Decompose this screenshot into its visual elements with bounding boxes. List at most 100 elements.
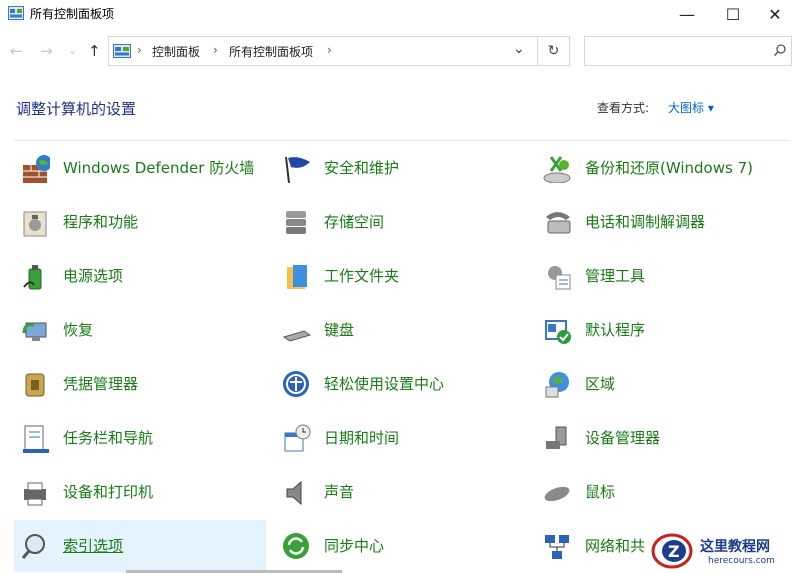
work-folders-icon <box>279 259 313 293</box>
control-panel-item-label: Windows Defender 防火墙 <box>63 158 255 177</box>
control-panel-item[interactable]: 电话和调制解调器 <box>536 196 788 248</box>
control-panel-item-label: 设备和打印机 <box>63 482 154 501</box>
refresh-button[interactable]: ↻ <box>538 36 570 66</box>
ease-of-access-icon <box>279 367 313 401</box>
control-panel-item-label: 电源选项 <box>63 266 124 285</box>
mouse-icon <box>540 475 574 509</box>
default-programs-icon <box>540 313 574 347</box>
control-panel-item-label: 程序和功能 <box>63 212 139 231</box>
control-panel-item-label: 设备管理器 <box>585 428 661 447</box>
close-button[interactable]: ✕ <box>758 0 792 28</box>
control-panel-item[interactable]: 默认程序 <box>536 304 788 356</box>
control-panel-item-label: 安全和维护 <box>324 158 400 177</box>
backup-icon <box>540 151 574 185</box>
control-panel-item-label: 管理工具 <box>585 266 646 285</box>
credential-icon <box>18 367 52 401</box>
control-panel-item[interactable]: 索引选项 <box>14 520 266 572</box>
control-panel-item-label: 区域 <box>585 374 616 393</box>
control-panel-item[interactable]: 电源选项 <box>14 250 266 302</box>
programs-icon <box>18 205 52 239</box>
control-panel-item-label: 索引选项 <box>63 536 124 555</box>
breadcrumb-control-panel[interactable]: 控制面板 <box>152 43 200 60</box>
admin-tools-icon <box>540 259 574 293</box>
view-by-dropdown[interactable]: 大图标 ▾ <box>668 99 714 116</box>
watermark-url: herecours.com <box>708 556 775 566</box>
recovery-icon <box>18 313 52 347</box>
title-bar: 所有控制面板项 — ☐ ✕ <box>0 0 792 28</box>
control-panel-item[interactable]: 安全和维护 <box>275 142 527 194</box>
control-panel-item-label: 声音 <box>324 482 355 501</box>
control-panel-item-label: 任务栏和导航 <box>63 428 154 447</box>
maximize-button[interactable]: ☐ <box>710 0 756 28</box>
view-by-label: 查看方式: <box>597 101 650 115</box>
control-panel-item-label: 同步中心 <box>324 536 385 555</box>
control-panel-item-label: 默认程序 <box>585 320 646 339</box>
control-panel-item-label: 恢复 <box>63 320 94 339</box>
control-panel-item[interactable]: 设备和打印机 <box>14 466 266 518</box>
storage-icon <box>279 205 313 239</box>
control-panel-item[interactable]: 区域 <box>536 358 788 410</box>
control-panel-item[interactable]: Windows Defender 防火墙 <box>14 142 266 194</box>
sound-icon <box>279 475 313 509</box>
control-panel-item[interactable]: 键盘 <box>275 304 527 356</box>
control-panel-item-label: 鼠标 <box>585 482 616 501</box>
control-panel-item[interactable]: 设备管理器 <box>536 412 788 464</box>
control-panel-app-icon <box>8 6 24 20</box>
control-panel-item-label: 备份和还原(Windows 7) <box>585 158 753 177</box>
control-panel-item[interactable]: 同步中心 <box>275 520 527 572</box>
breadcrumb-separator: › <box>327 43 332 57</box>
control-panel-item[interactable]: 管理工具 <box>536 250 788 302</box>
control-panel-item[interactable]: 工作文件夹 <box>275 250 527 302</box>
window-title: 所有控制面板项 <box>30 7 115 21</box>
region-icon <box>540 367 574 401</box>
taskbar-icon <box>18 421 52 455</box>
phone-modem-icon <box>540 205 574 239</box>
control-panel-item[interactable]: 凭据管理器 <box>14 358 266 410</box>
minimize-button[interactable]: — <box>664 0 710 28</box>
horizontal-scrollbar[interactable] <box>126 570 342 573</box>
watermark-title: 这里教程网 <box>700 539 770 555</box>
up-button[interactable]: ↑ <box>88 42 101 60</box>
control-panel-item[interactable]: 日期和时间 <box>275 412 527 464</box>
forward-button[interactable]: → <box>40 42 53 60</box>
control-panel-icon <box>113 44 131 58</box>
firewall-icon <box>18 151 52 185</box>
control-panel-item[interactable]: 轻松使用设置中心 <box>275 358 527 410</box>
keyboard-icon <box>279 313 313 347</box>
search-input[interactable] <box>584 36 792 66</box>
control-panel-item[interactable]: 存储空间 <box>275 196 527 248</box>
back-button[interactable]: ← <box>10 42 23 60</box>
control-panel-item-label: 轻松使用设置中心 <box>324 374 445 393</box>
page-heading: 调整计算机的设置 <box>16 100 137 118</box>
header-divider <box>14 140 790 141</box>
indexing-icon <box>18 529 52 563</box>
control-panel-item-label: 工作文件夹 <box>324 266 400 285</box>
breadcrumb-all-items[interactable]: 所有控制面板项 <box>229 43 313 60</box>
device-manager-icon <box>540 421 574 455</box>
svg-text:Z: Z <box>668 542 680 561</box>
search-icon <box>773 44 786 57</box>
control-panel-item[interactable]: 声音 <box>275 466 527 518</box>
address-bar[interactable]: › 控制面板 › 所有控制面板项 › ⌄ <box>108 36 538 66</box>
control-panel-item[interactable]: 任务栏和导航 <box>14 412 266 464</box>
control-panel-item[interactable]: 备份和还原(Windows 7) <box>536 142 788 194</box>
power-icon <box>18 259 52 293</box>
watermark-logo: Z <box>651 533 693 569</box>
breadcrumb-separator: › <box>213 43 218 57</box>
control-panel-item[interactable]: 程序和功能 <box>14 196 266 248</box>
control-panel-item[interactable]: 鼠标 <box>536 466 788 518</box>
control-panel-item-label: 凭据管理器 <box>63 374 139 393</box>
printer-icon <box>18 475 52 509</box>
control-panel-item-label: 键盘 <box>324 320 355 339</box>
control-panel-item-label: 电话和调制解调器 <box>585 212 706 231</box>
network-icon <box>540 529 574 563</box>
control-panel-item-label: 日期和时间 <box>324 428 400 447</box>
sync-icon <box>279 529 313 563</box>
flag-icon <box>279 151 313 185</box>
control-panel-item-label: 存储空间 <box>324 212 385 231</box>
address-dropdown-button[interactable]: ⌄ <box>513 41 525 57</box>
datetime-icon <box>279 421 313 455</box>
control-panel-item[interactable]: 恢复 <box>14 304 266 356</box>
recent-locations-button[interactable]: ⌄ <box>68 44 77 57</box>
navigation-bar: ← → ⌄ ↑ › 控制面板 › 所有控制面板项 › ⌄ ↻ <box>0 34 792 68</box>
